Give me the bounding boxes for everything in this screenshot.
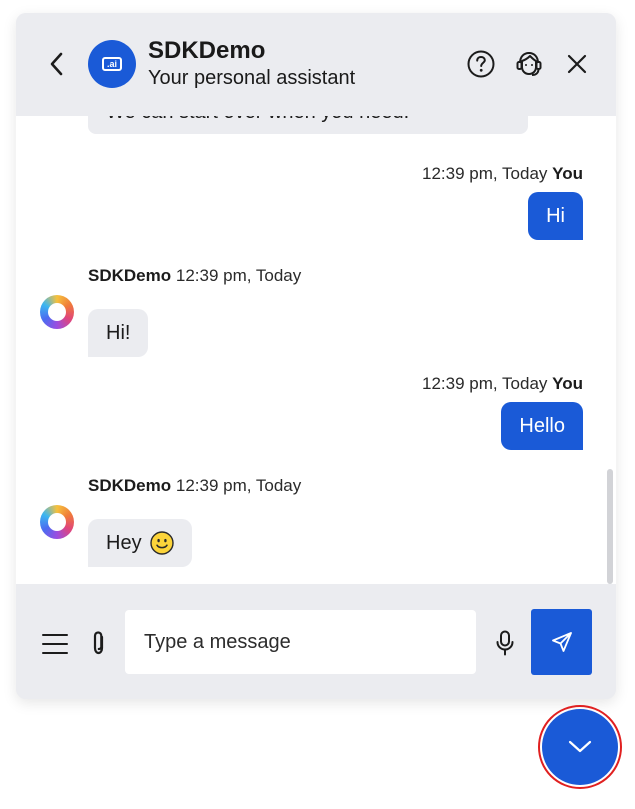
slightly-smiling-face-icon xyxy=(149,531,174,555)
live-agent-button[interactable] xyxy=(513,48,545,80)
sender-name: You xyxy=(552,374,583,393)
bot-avatar-small xyxy=(40,295,74,329)
user-message-bubble: Hello xyxy=(501,402,583,450)
user-message-bubble: Hi xyxy=(528,192,583,240)
paperclip-icon xyxy=(93,631,104,655)
back-arrow-icon xyxy=(50,52,63,76)
help-button[interactable] xyxy=(465,48,497,80)
message-meta: SDKDemo 12:39 pm, Today xyxy=(88,476,301,496)
message-time: 12:39 pm, Today xyxy=(422,164,548,183)
message-time: 12:39 pm, Today xyxy=(175,266,302,285)
microphone-button[interactable] xyxy=(490,628,520,658)
send-button[interactable] xyxy=(531,609,592,675)
chat-header: .ai SDKDemo Your personal assistant xyxy=(16,13,616,116)
message-meta: 12:39 pm, Today You xyxy=(422,374,583,394)
attach-button[interactable] xyxy=(84,628,114,658)
message-input[interactable] xyxy=(125,610,476,674)
avatar-badge: .ai xyxy=(102,57,122,71)
message-text: Hi! xyxy=(106,321,131,344)
scroll-down-button[interactable] xyxy=(542,709,618,785)
menu-button[interactable] xyxy=(40,629,70,659)
sender-name: SDKDemo xyxy=(88,476,172,495)
send-icon xyxy=(551,632,572,652)
help-icon xyxy=(467,50,495,78)
close-icon xyxy=(567,54,587,74)
bot-message-bubble: Hey xyxy=(88,519,192,567)
header-subtitle: Your personal assistant xyxy=(148,67,356,89)
microphone-icon xyxy=(496,630,514,656)
sender-name: You xyxy=(552,164,583,183)
message-meta: 12:39 pm, Today You xyxy=(422,164,583,184)
message-text: We can start over when you need. xyxy=(106,116,409,124)
chat-widget: .ai SDKDemo Your personal assistant 12:3… xyxy=(16,13,616,699)
message-time: 12:39 pm, Today xyxy=(175,476,302,495)
bot-avatar: .ai xyxy=(88,40,136,88)
message-text: Hey xyxy=(106,531,142,554)
message-list[interactable]: We can start over when you need. 12:39 p… xyxy=(16,116,616,584)
chevron-down-icon xyxy=(568,740,592,753)
close-button[interactable] xyxy=(561,48,593,80)
bot-message-bubble: Hi! xyxy=(88,309,149,357)
message-text: Hi xyxy=(546,204,565,227)
scrollbar-thumb[interactable] xyxy=(607,469,613,584)
message-meta: SDKDemo 12:39 pm, Today xyxy=(88,266,301,286)
agent-icon xyxy=(516,51,542,76)
composer xyxy=(16,584,616,699)
bot-avatar-small xyxy=(40,505,74,539)
message-text: Hello xyxy=(519,414,565,437)
sender-name: SDKDemo xyxy=(88,266,172,285)
bot-message-bubble-partial: We can start over when you need. xyxy=(88,116,528,134)
menu-icon xyxy=(42,634,68,654)
back-button[interactable] xyxy=(42,49,72,79)
message-time: 12:39 pm, Today xyxy=(422,374,548,393)
scroll-down-fab-highlight xyxy=(538,705,622,789)
header-title: SDKDemo xyxy=(148,37,266,64)
